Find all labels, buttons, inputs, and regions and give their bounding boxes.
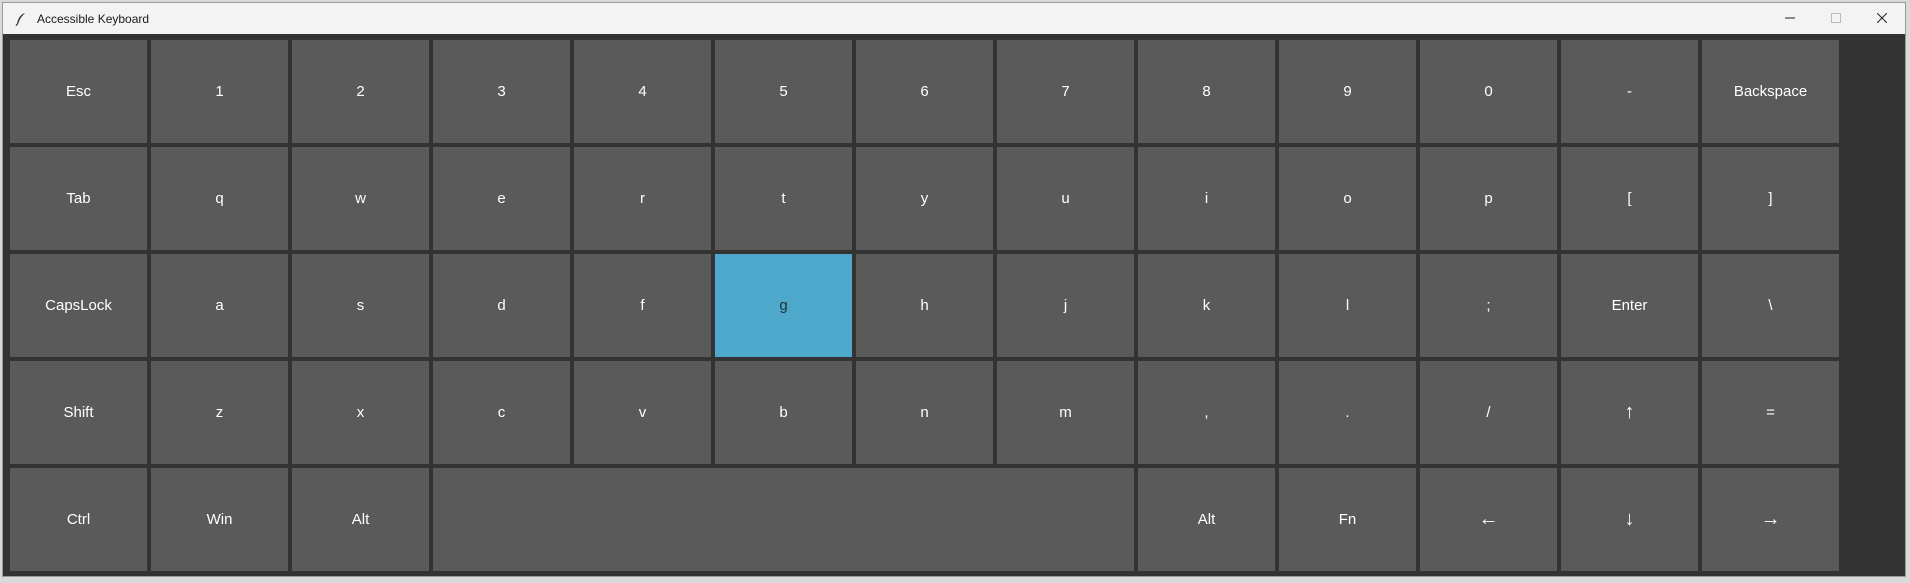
key-r[interactable]: r [574,147,711,250]
key-q[interactable]: q [151,147,288,250]
key-i[interactable]: i [1138,147,1275,250]
minimize-button[interactable] [1767,3,1813,34]
key-g[interactable]: g [715,254,852,357]
key-u[interactable]: u [997,147,1134,250]
key-2[interactable]: 2 [292,40,429,143]
key-v[interactable]: v [574,361,711,464]
key-f[interactable]: f [574,254,711,357]
key-s[interactable]: s [292,254,429,357]
key-c[interactable]: c [433,361,570,464]
title-bar[interactable]: Accessible Keyboard [3,3,1905,34]
key-h[interactable]: h [856,254,993,357]
key-period[interactable]: . [1279,361,1416,464]
key-n[interactable]: n [856,361,993,464]
key-0[interactable]: 0 [1420,40,1557,143]
key-left-bracket[interactable]: [ [1561,147,1698,250]
key-backspace[interactable]: Backspace [1702,40,1839,143]
key-ctrl[interactable]: Ctrl [10,468,147,571]
key-backslash[interactable]: \ [1702,254,1839,357]
key-6[interactable]: 6 [856,40,993,143]
key-5[interactable]: 5 [715,40,852,143]
key-enter[interactable]: Enter [1561,254,1698,357]
key-equals[interactable]: = [1702,361,1839,464]
key-l[interactable]: l [1279,254,1416,357]
key-x[interactable]: x [292,361,429,464]
key-w[interactable]: w [292,147,429,250]
key-8[interactable]: 8 [1138,40,1275,143]
key-alt-right[interactable]: Alt [1138,468,1275,571]
key-a[interactable]: a [151,254,288,357]
window-controls [1767,3,1905,34]
key-minus[interactable]: - [1561,40,1698,143]
feather-icon [13,11,29,27]
key-tab[interactable]: Tab [10,147,147,250]
key-arrow-up[interactable]: ↑ [1561,361,1698,464]
key-p[interactable]: p [1420,147,1557,250]
key-slash[interactable]: / [1420,361,1557,464]
key-space[interactable] [433,468,1134,571]
key-shift[interactable]: Shift [10,361,147,464]
key-semicolon[interactable]: ; [1420,254,1557,357]
key-arrow-down[interactable]: ↓ [1561,468,1698,571]
key-esc[interactable]: Esc [10,40,147,143]
maximize-icon [1831,10,1841,28]
key-7[interactable]: 7 [997,40,1134,143]
key-4[interactable]: 4 [574,40,711,143]
key-o[interactable]: o [1279,147,1416,250]
key-alt-left[interactable]: Alt [292,468,429,571]
keyboard-grid: Esc 1 2 3 4 5 6 7 8 9 0- Backspace Tab q w e r t y u i o p[] Ca… [10,40,1839,571]
key-right-bracket[interactable]: ] [1702,147,1839,250]
key-1[interactable]: 1 [151,40,288,143]
key-3[interactable]: 3 [433,40,570,143]
key-fn[interactable]: Fn [1279,468,1416,571]
key-j[interactable]: j [997,254,1134,357]
key-arrow-right[interactable]: → [1702,468,1839,571]
key-comma[interactable]: , [1138,361,1275,464]
key-t[interactable]: t [715,147,852,250]
key-b[interactable]: b [715,361,852,464]
window-title: Accessible Keyboard [37,11,150,26]
key-e[interactable]: e [433,147,570,250]
app-window: Accessible Keyboard Esc 1 2 3 4 5 6 7 8 9 0- Backsp… [2,2,1906,577]
key-win[interactable]: Win [151,468,288,571]
key-arrow-left[interactable]: ← [1420,468,1557,571]
key-9[interactable]: 9 [1279,40,1416,143]
key-m[interactable]: m [997,361,1134,464]
key-y[interactable]: y [856,147,993,250]
key-z[interactable]: z [151,361,288,464]
key-capslock[interactable]: CapsLock [10,254,147,357]
minimize-icon [1785,10,1795,28]
key-k[interactable]: k [1138,254,1275,357]
key-d[interactable]: d [433,254,570,357]
maximize-button[interactable] [1813,3,1859,34]
close-button[interactable] [1859,3,1905,34]
close-icon [1876,10,1888,28]
